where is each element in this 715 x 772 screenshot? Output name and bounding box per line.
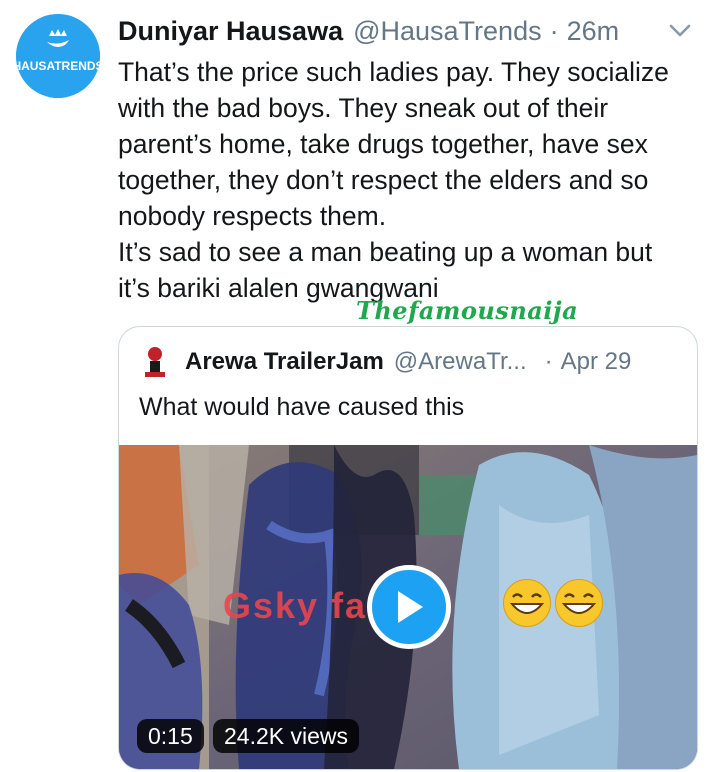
play-button[interactable] [367, 565, 451, 649]
quoted-user-handle[interactable]: @ArewaTr... [394, 348, 527, 376]
tweet-text-line: nobody respects them. [118, 201, 387, 231]
tweet-text-line: with the bad boys. They sneak out of the… [118, 93, 609, 123]
video-duration: 0:15 [137, 719, 204, 753]
separator: · [549, 15, 559, 46]
laughing-emoji-icon [555, 579, 603, 627]
quoted-display-name[interactable]: Arewa TrailerJam [185, 348, 384, 376]
quoted-tweet-card[interactable]: Arewa TrailerJam @ArewaTr... · Apr 29 Wh… [118, 326, 698, 770]
tweet-header: Duniyar Hausawa @HausaTrends · 26m [118, 14, 695, 48]
play-icon [398, 591, 423, 623]
quoted-tweet-header: Arewa TrailerJam @ArewaTr... · Apr 29 [141, 345, 677, 379]
avatar-label: HAUSATRENDS [16, 59, 100, 73]
video-player[interactable]: Gsky fa u 0:15 24.2K views [119, 445, 697, 769]
avatar[interactable]: HAUSATRENDS [16, 14, 100, 98]
display-name[interactable]: Duniyar Hausawa [118, 16, 343, 47]
video-views: 24.2K views [213, 719, 360, 753]
timestamp[interactable]: 26m [567, 16, 620, 47]
hausatrends-logo: HAUSATRENDS [16, 14, 100, 98]
separator: · [544, 348, 553, 375]
tweet-text-line: It’s sad to see a man beating up a woman… [118, 237, 653, 267]
tweet-text-line: parent’s home, take drugs together, have… [118, 129, 648, 159]
laughing-emoji-icon [503, 579, 551, 627]
watermark: Thefamousnaija [356, 296, 579, 325]
tweet-text: That’s the price such ladies pay. They s… [118, 54, 698, 306]
quoted-avatar[interactable] [141, 345, 169, 379]
tweet-text-line: That’s the price such ladies pay. They s… [118, 57, 669, 87]
quoted-timestamp[interactable]: Apr 29 [561, 348, 632, 376]
chevron-down-icon[interactable] [665, 16, 695, 46]
tweet-text-line: together, they don’t respect the elders … [118, 165, 649, 195]
user-handle[interactable]: @HausaTrends [353, 16, 542, 47]
quoted-tweet-text: What would have caused this [139, 393, 465, 421]
